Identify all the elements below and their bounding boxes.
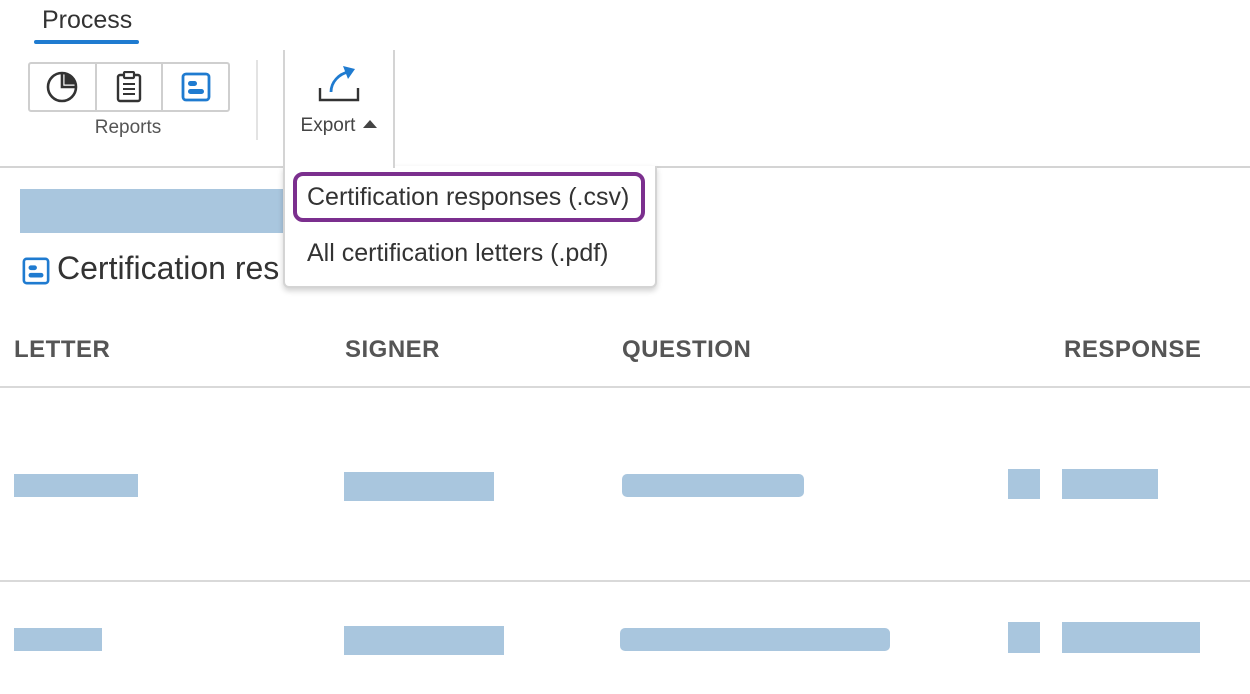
column-header-signer[interactable]: SIGNER bbox=[345, 336, 440, 364]
export-label: Export bbox=[285, 115, 393, 137]
certification-icon bbox=[181, 72, 211, 102]
table-row[interactable] bbox=[0, 582, 1250, 694]
cell-response-icon-placeholder bbox=[1008, 622, 1040, 653]
caret-up-icon bbox=[363, 120, 378, 128]
cell-response-icon-placeholder bbox=[1008, 469, 1040, 499]
cell-question-placeholder bbox=[622, 474, 804, 497]
breadcrumb-placeholder bbox=[20, 189, 286, 233]
page-title: Certification res bbox=[57, 250, 280, 286]
reports-group-label: Reports bbox=[94, 117, 162, 138]
tab-process[interactable]: Process bbox=[42, 6, 132, 35]
cell-response-placeholder bbox=[1062, 469, 1158, 499]
cell-letter-placeholder bbox=[14, 474, 138, 497]
cell-response-placeholder bbox=[1062, 622, 1200, 653]
export-dropdown-menu: Certification responses (.csv) All certi… bbox=[283, 166, 657, 288]
active-tab-indicator bbox=[34, 40, 139, 44]
export-button[interactable]: Export bbox=[283, 50, 395, 168]
menu-item-certification-responses-csv[interactable]: Certification responses (.csv) bbox=[293, 172, 645, 222]
report-chart-button[interactable] bbox=[30, 64, 97, 110]
cell-letter-placeholder bbox=[14, 628, 102, 651]
report-clipboard-button[interactable] bbox=[97, 64, 164, 110]
export-upload-icon bbox=[318, 66, 360, 102]
clipboard-icon bbox=[116, 71, 142, 103]
report-certification-button[interactable] bbox=[163, 64, 228, 110]
reports-button-group bbox=[28, 62, 230, 112]
cell-signer-placeholder bbox=[344, 472, 494, 501]
cell-signer-placeholder bbox=[344, 626, 504, 655]
menu-item-all-certification-letters-pdf[interactable]: All certification letters (.pdf) bbox=[293, 228, 645, 278]
column-header-response[interactable]: RESPONSE bbox=[1064, 336, 1201, 364]
certification-icon bbox=[22, 257, 50, 285]
cell-question-placeholder bbox=[620, 628, 890, 651]
table-row[interactable] bbox=[0, 388, 1250, 580]
column-header-letter[interactable]: LETTER bbox=[14, 336, 110, 364]
toolbar-divider bbox=[256, 60, 258, 140]
pie-chart-icon bbox=[47, 71, 78, 103]
column-header-question[interactable]: QUESTION bbox=[622, 336, 751, 364]
